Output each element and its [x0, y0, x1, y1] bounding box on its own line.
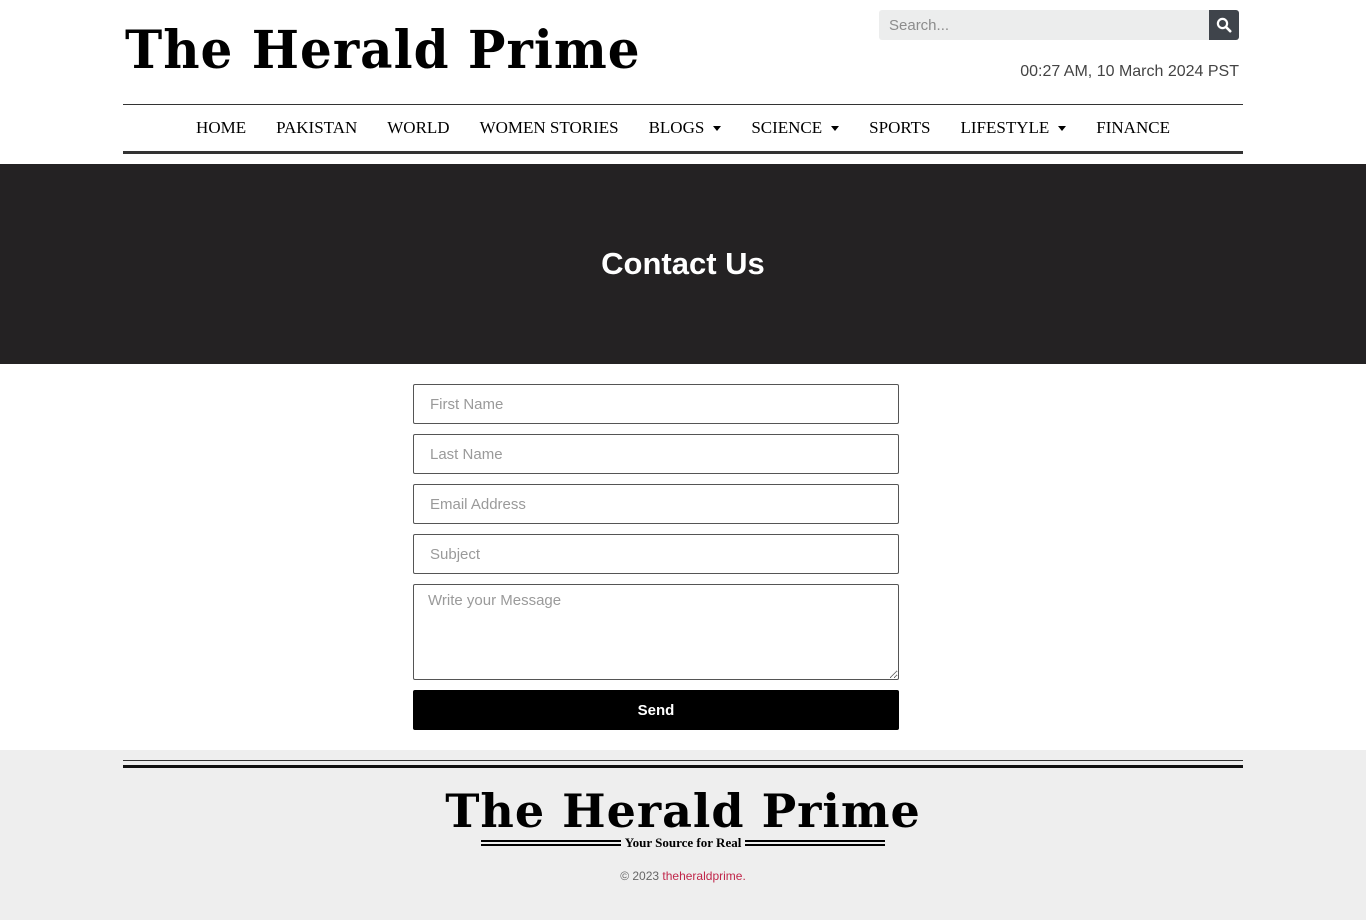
caret-down-icon [1058, 125, 1067, 131]
nav-item-finance[interactable]: FINANCE [1081, 118, 1185, 138]
nav-item-label: SPORTS [869, 118, 931, 137]
nav-item-label: HOME [196, 118, 247, 137]
caret-down-icon [831, 125, 840, 131]
main-nav: HOME PAKISTAN WORLD WOMEN STORIES BLOGS … [123, 105, 1243, 151]
copyright-link[interactable]: theheraldprime. [662, 869, 745, 883]
footer-divider-thin [123, 760, 1243, 761]
site-logo[interactable]: The Herald Prime [125, 16, 641, 83]
footer-tagline-row: Your Source for Real [481, 835, 886, 850]
current-datetime: 00:27 AM, 10 March 2024 PST [1020, 63, 1239, 80]
nav-item-women-stories[interactable]: WOMEN STORIES [465, 118, 634, 138]
nav-item-pakistan[interactable]: PAKISTAN [261, 118, 372, 138]
nav-item-label: PAKISTAN [276, 118, 358, 137]
copyright-text: © 2023 theheraldprime. [0, 869, 1366, 883]
tagline-rule-left [481, 840, 621, 846]
tagline-rule-right [745, 840, 886, 846]
nav-item-label: WOMEN STORIES [479, 118, 619, 137]
footer-tagline: Your Source for Real [624, 835, 742, 850]
nav-item-science[interactable]: SCIENCE [736, 118, 854, 138]
subject-field[interactable] [413, 534, 899, 574]
footer-logo[interactable]: The Herald Prime [0, 782, 1366, 840]
nav-item-world[interactable]: WORLD [372, 118, 464, 138]
footer-divider-thick [123, 765, 1243, 768]
site-header: The Herald Prime 00:27 AM, 10 March 2024… [0, 0, 1366, 164]
contact-form: Send [413, 384, 899, 730]
page-banner: Contact Us [0, 164, 1366, 364]
caret-down-icon [713, 125, 722, 131]
nav-item-label: SCIENCE [751, 118, 823, 137]
search-button[interactable] [1209, 10, 1239, 40]
search-form [879, 10, 1239, 40]
nav-item-lifestyle[interactable]: LIFESTYLE [946, 118, 1082, 138]
message-field[interactable] [413, 584, 899, 680]
search-icon [1216, 17, 1232, 33]
page-title: Contact Us [601, 246, 765, 281]
send-button[interactable]: Send [413, 690, 899, 730]
search-input[interactable] [879, 10, 1209, 40]
nav-item-label: WORLD [387, 118, 450, 137]
nav-item-label: LIFESTYLE [960, 118, 1050, 137]
nav-item-blogs[interactable]: BLOGS [634, 118, 737, 138]
nav-item-sports[interactable]: SPORTS [854, 118, 945, 138]
nav-item-label: BLOGS [648, 118, 705, 137]
email-field[interactable] [413, 484, 899, 524]
nav-divider-bottom [123, 151, 1243, 154]
copyright-prefix: © 2023 [620, 869, 660, 883]
nav-item-home[interactable]: HOME [181, 118, 261, 138]
last-name-field[interactable] [413, 434, 899, 474]
first-name-field[interactable] [413, 384, 899, 424]
site-footer: The Herald Prime Your Source for Real © … [0, 750, 1366, 920]
nav-item-label: FINANCE [1096, 118, 1170, 137]
